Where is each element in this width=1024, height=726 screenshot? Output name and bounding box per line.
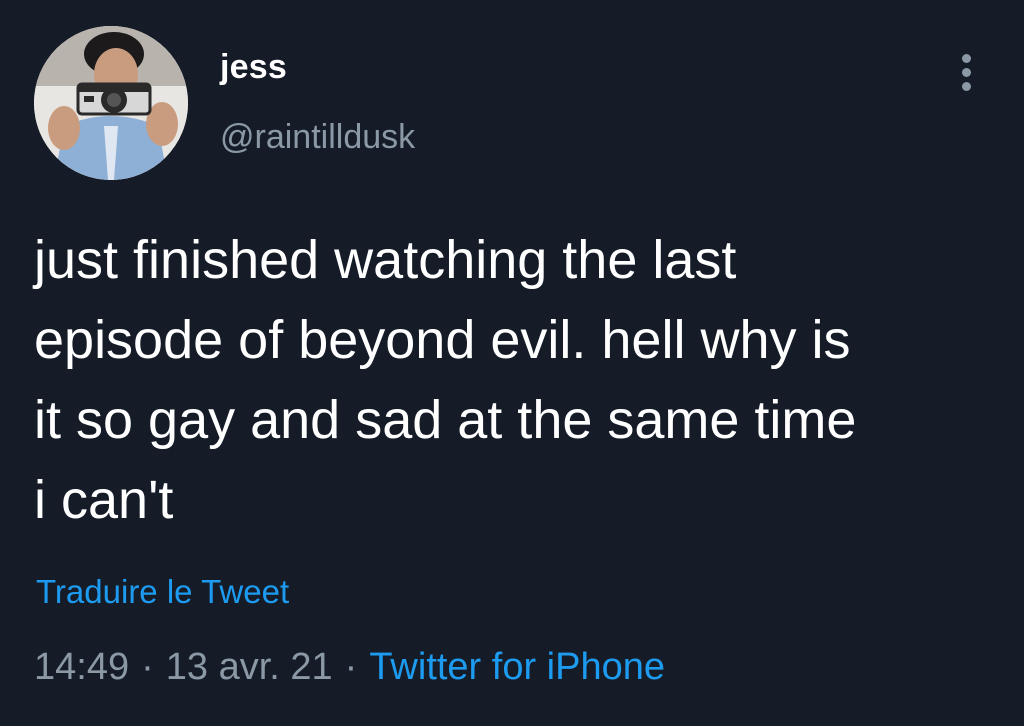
tweet-card: jess @raintilldusk just finished watchin… [0,0,1024,726]
user-handle[interactable]: @raintilldusk [220,118,415,157]
tweet-text: just finished watching the last episode … [34,230,857,530]
meta-separator: · [344,646,358,688]
tweet-date: 13 avr. 21 [165,646,333,688]
tweet-source-link[interactable]: Twitter for iPhone [369,646,665,688]
avatar[interactable] [34,26,188,180]
meta-separator: · [141,646,154,688]
avatar-photo-icon [34,26,188,180]
display-name[interactable]: jess [220,48,287,87]
tweet-meta: 14:49 · 13 avr. 21 · Twitter for iPhone [34,646,665,689]
tweet-time: 14:49 [34,646,130,688]
translate-tweet-link[interactable]: Traduire le Tweet [36,573,289,611]
more-vertical-icon [962,54,971,63]
more-options-button[interactable] [950,50,984,94]
